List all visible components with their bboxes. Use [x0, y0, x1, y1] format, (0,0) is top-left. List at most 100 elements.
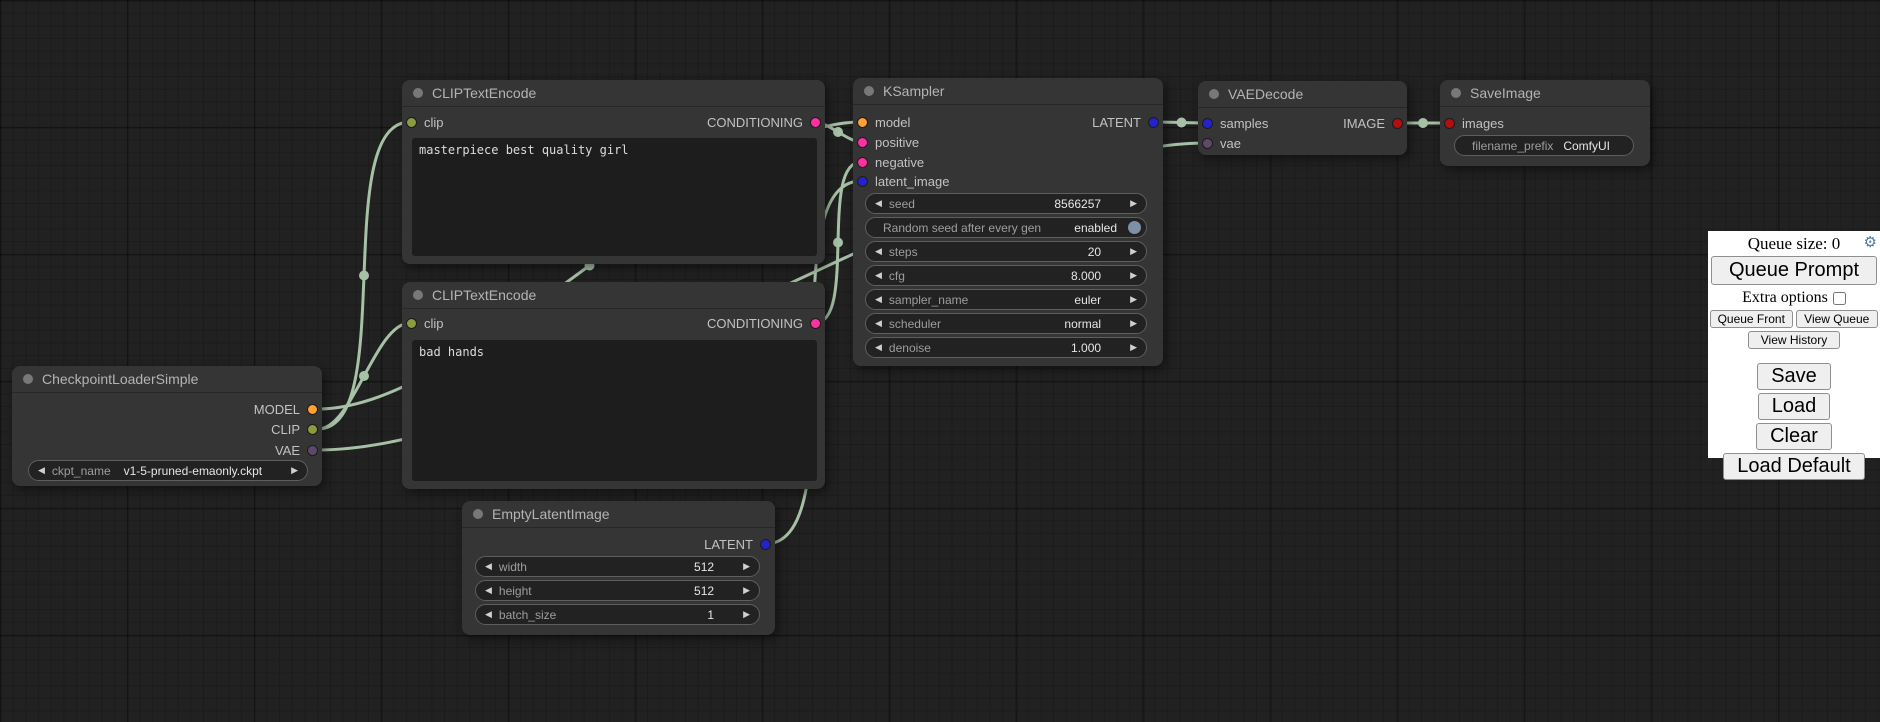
queue-prompt-button[interactable]: Queue Prompt [1711, 256, 1877, 285]
latent-output-port[interactable] [1148, 117, 1159, 128]
vae-input-port[interactable] [1202, 138, 1213, 149]
node-status-dot-icon [1451, 88, 1461, 98]
node-status-dot-icon [23, 374, 33, 384]
ckpt-name-widget[interactable]: ◀ ckpt_name v1-5-pruned-emaonly.ckpt ▶ [28, 460, 308, 481]
node-title-bar[interactable]: EmptyLatentImage [462, 501, 775, 528]
images-input-port[interactable] [1444, 118, 1455, 129]
toggle-knob-icon[interactable] [1128, 221, 1141, 234]
height-widget[interactable]: ◀ height 512 ▶ [475, 580, 760, 601]
conditioning-output-port[interactable] [810, 318, 821, 329]
widget-value: 1 [563, 608, 736, 622]
prompt-textarea[interactable]: masterpiece best quality girl [412, 138, 817, 256]
negative-input-port[interactable] [857, 157, 868, 168]
output-slot-latent: LATENT [466, 534, 771, 554]
widget-value: 20 [925, 245, 1123, 259]
sampler-name-widget[interactable]: ◀ sampler_name euler ▶ [865, 289, 1147, 310]
queue-buttons-row: Queue Front View Queue [1710, 310, 1878, 328]
view-queue-button[interactable]: View Queue [1796, 310, 1879, 328]
widget-value: 512 [534, 560, 736, 574]
node-title: EmptyLatentImage [492, 506, 610, 522]
widget-label: Random seed after every gen [875, 221, 1041, 235]
extra-options-label: Extra options [1742, 289, 1828, 307]
decrement-arrow-icon[interactable]: ◀ [485, 562, 492, 571]
node-checkpoint-loader-simple[interactable]: CheckpointLoaderSimple MODEL CLIP VAE ◀ … [12, 366, 322, 486]
node-empty-latent-image[interactable]: EmptyLatentImage LATENT ◀ width 512 ▶ ◀ … [462, 501, 775, 635]
filename-prefix-widget[interactable]: filename_prefix ComfyUI [1454, 135, 1634, 156]
node-status-dot-icon [473, 509, 483, 519]
increment-arrow-icon[interactable]: ▶ [743, 610, 750, 619]
increment-arrow-icon[interactable]: ▶ [1130, 247, 1137, 256]
increment-arrow-icon[interactable]: ▶ [1130, 319, 1137, 328]
seed-widget[interactable]: ◀ seed 8566257 ▶ [865, 193, 1147, 214]
save-button[interactable]: Save [1757, 363, 1831, 390]
widget-value: enabled [1048, 221, 1121, 235]
positive-input-port[interactable] [857, 137, 868, 148]
queue-front-button[interactable]: Queue Front [1710, 310, 1793, 328]
widget-label: filename_prefix [1464, 139, 1553, 153]
decrement-arrow-icon[interactable]: ◀ [875, 247, 882, 256]
decrement-arrow-icon[interactable]: ◀ [875, 319, 882, 328]
comfyui-canvas[interactable]: { "colors": { "link": "#a6c1a6", "model"… [0, 0, 1880, 722]
output-slot-model: MODEL [16, 399, 318, 419]
decrement-arrow-icon[interactable]: ◀ [485, 610, 492, 619]
node-title-bar[interactable]: VAEDecode [1198, 81, 1407, 108]
extra-options-checkbox[interactable] [1833, 292, 1846, 305]
node-status-dot-icon [1209, 89, 1219, 99]
random-seed-toggle-widget[interactable]: Random seed after every gen enabled [865, 217, 1147, 238]
node-title-bar[interactable]: CLIPTextEncode [402, 282, 825, 309]
decrement-arrow-icon[interactable]: ◀ [875, 295, 882, 304]
input-slot-positive: positive [857, 132, 1159, 152]
increment-arrow-icon[interactable]: ▶ [1130, 295, 1137, 304]
conditioning-output-port[interactable] [810, 117, 821, 128]
scheduler-widget[interactable]: ◀ scheduler normal ▶ [865, 313, 1147, 334]
denoise-widget[interactable]: ◀ denoise 1.000 ▶ [865, 337, 1147, 358]
model-output-port[interactable] [307, 404, 318, 415]
load-default-button[interactable]: Load Default [1723, 453, 1864, 480]
decrement-arrow-icon[interactable]: ◀ [875, 343, 882, 352]
node-vae-decode[interactable]: VAEDecode samples vae IMAGE [1198, 81, 1407, 155]
decrement-arrow-icon[interactable]: ◀ [875, 199, 882, 208]
increment-arrow-icon[interactable]: ▶ [743, 586, 750, 595]
image-output-port[interactable] [1392, 118, 1403, 129]
increment-arrow-icon[interactable]: ▶ [1130, 271, 1137, 280]
increment-arrow-icon[interactable]: ▶ [1130, 199, 1137, 208]
decrement-arrow-icon[interactable]: ◀ [485, 586, 492, 595]
increment-arrow-icon[interactable]: ▶ [1130, 343, 1137, 352]
widget-label: ckpt_name [52, 464, 111, 478]
clear-button[interactable]: Clear [1756, 423, 1832, 450]
queue-size-label: Queue size: 0 [1748, 234, 1841, 253]
width-widget[interactable]: ◀ width 512 ▶ [475, 556, 760, 577]
node-title-bar[interactable]: CLIPTextEncode [402, 80, 825, 107]
node-ksampler[interactable]: KSampler model positive negative latent_… [853, 78, 1163, 366]
node-save-image[interactable]: SaveImage images filename_prefix ComfyUI [1440, 80, 1650, 166]
node-clip-text-encode-negative[interactable]: CLIPTextEncode clip CONDITIONING bad han… [402, 282, 825, 489]
decrement-arrow-icon[interactable]: ◀ [875, 271, 882, 280]
cfg-widget[interactable]: ◀ cfg 8.000 ▶ [865, 265, 1147, 286]
decrement-arrow-icon[interactable]: ◀ [38, 466, 45, 475]
vae-output-port[interactable] [307, 445, 318, 456]
widget-label: seed [889, 197, 915, 211]
clip-output-port[interactable] [307, 424, 318, 435]
view-history-button[interactable]: View History [1748, 331, 1840, 349]
steps-widget[interactable]: ◀ steps 20 ▶ [865, 241, 1147, 262]
node-clip-text-encode-positive[interactable]: CLIPTextEncode clip CONDITIONING masterp… [402, 80, 825, 264]
load-button[interactable]: Load [1758, 393, 1831, 420]
node-title-bar[interactable]: SaveImage [1440, 80, 1650, 107]
settings-gear-icon[interactable]: ⚙ [1864, 233, 1877, 251]
widget-value: 8.000 [912, 269, 1123, 283]
node-title: CheckpointLoaderSimple [42, 371, 198, 387]
node-status-dot-icon [413, 290, 423, 300]
extra-options-row: Extra options [1708, 288, 1880, 310]
prompt-textarea[interactable]: bad hands [412, 340, 817, 481]
widget-label: cfg [889, 269, 905, 283]
node-title: SaveImage [1470, 85, 1541, 101]
increment-arrow-icon[interactable]: ▶ [743, 562, 750, 571]
latent-output-port[interactable] [760, 539, 771, 550]
node-title-bar[interactable]: CheckpointLoaderSimple [12, 366, 322, 393]
increment-arrow-icon[interactable]: ▶ [291, 466, 298, 475]
latent-input-port[interactable] [857, 176, 868, 187]
batch-size-widget[interactable]: ◀ batch_size 1 ▶ [475, 604, 760, 625]
node-title: KSampler [883, 83, 944, 99]
node-title-bar[interactable]: KSampler [853, 78, 1163, 105]
output-slot-clip: CLIP [16, 419, 318, 439]
